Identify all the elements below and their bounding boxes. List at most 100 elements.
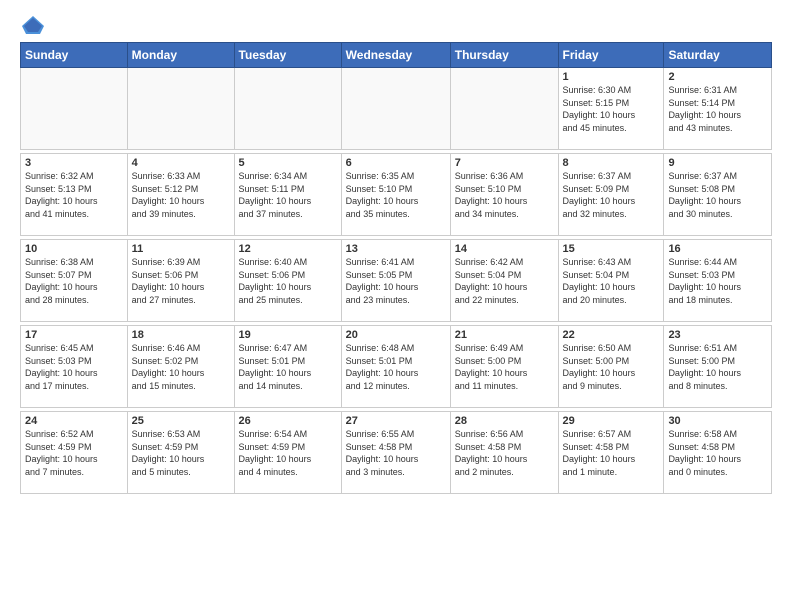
day-number: 5 (239, 157, 337, 169)
page: Sunday Monday Tuesday Wednesday Thursday… (0, 0, 792, 612)
day-number: 20 (346, 329, 446, 341)
day-cell: 17Sunrise: 6:45 AM Sunset: 5:03 PM Dayli… (21, 326, 128, 408)
day-info: Sunrise: 6:37 AM Sunset: 5:08 PM Dayligh… (668, 170, 767, 220)
day-number: 18 (132, 329, 230, 341)
day-number: 10 (25, 243, 123, 255)
day-number: 4 (132, 157, 230, 169)
day-number: 11 (132, 243, 230, 255)
day-number: 9 (668, 157, 767, 169)
day-info: Sunrise: 6:43 AM Sunset: 5:04 PM Dayligh… (563, 256, 660, 306)
day-cell: 8Sunrise: 6:37 AM Sunset: 5:09 PM Daylig… (558, 154, 664, 236)
day-number: 29 (563, 415, 660, 427)
day-info: Sunrise: 6:55 AM Sunset: 4:58 PM Dayligh… (346, 428, 446, 478)
day-cell: 12Sunrise: 6:40 AM Sunset: 5:06 PM Dayli… (234, 240, 341, 322)
day-cell: 9Sunrise: 6:37 AM Sunset: 5:08 PM Daylig… (664, 154, 772, 236)
calendar: Sunday Monday Tuesday Wednesday Thursday… (20, 42, 772, 494)
day-number: 28 (455, 415, 554, 427)
day-cell: 11Sunrise: 6:39 AM Sunset: 5:06 PM Dayli… (127, 240, 234, 322)
day-info: Sunrise: 6:49 AM Sunset: 5:00 PM Dayligh… (455, 342, 554, 392)
day-cell: 28Sunrise: 6:56 AM Sunset: 4:58 PM Dayli… (450, 412, 558, 494)
day-cell: 24Sunrise: 6:52 AM Sunset: 4:59 PM Dayli… (21, 412, 128, 494)
day-info: Sunrise: 6:45 AM Sunset: 5:03 PM Dayligh… (25, 342, 123, 392)
day-cell: 3Sunrise: 6:32 AM Sunset: 5:13 PM Daylig… (21, 154, 128, 236)
week-row-0: 1Sunrise: 6:30 AM Sunset: 5:15 PM Daylig… (21, 68, 772, 150)
day-cell: 13Sunrise: 6:41 AM Sunset: 5:05 PM Dayli… (341, 240, 450, 322)
day-cell: 7Sunrise: 6:36 AM Sunset: 5:10 PM Daylig… (450, 154, 558, 236)
col-tuesday: Tuesday (234, 43, 341, 68)
day-info: Sunrise: 6:46 AM Sunset: 5:02 PM Dayligh… (132, 342, 230, 392)
week-row-2: 10Sunrise: 6:38 AM Sunset: 5:07 PM Dayli… (21, 240, 772, 322)
day-cell: 6Sunrise: 6:35 AM Sunset: 5:10 PM Daylig… (341, 154, 450, 236)
header-row: Sunday Monday Tuesday Wednesday Thursday… (21, 43, 772, 68)
day-info: Sunrise: 6:36 AM Sunset: 5:10 PM Dayligh… (455, 170, 554, 220)
day-number: 13 (346, 243, 446, 255)
day-number: 1 (563, 71, 660, 83)
day-number: 26 (239, 415, 337, 427)
day-info: Sunrise: 6:44 AM Sunset: 5:03 PM Dayligh… (668, 256, 767, 306)
day-info: Sunrise: 6:50 AM Sunset: 5:00 PM Dayligh… (563, 342, 660, 392)
day-number: 6 (346, 157, 446, 169)
day-number: 14 (455, 243, 554, 255)
day-cell: 18Sunrise: 6:46 AM Sunset: 5:02 PM Dayli… (127, 326, 234, 408)
day-cell: 23Sunrise: 6:51 AM Sunset: 5:00 PM Dayli… (664, 326, 772, 408)
day-cell: 4Sunrise: 6:33 AM Sunset: 5:12 PM Daylig… (127, 154, 234, 236)
day-number: 16 (668, 243, 767, 255)
logo-icon (22, 16, 44, 34)
day-cell: 26Sunrise: 6:54 AM Sunset: 4:59 PM Dayli… (234, 412, 341, 494)
day-info: Sunrise: 6:48 AM Sunset: 5:01 PM Dayligh… (346, 342, 446, 392)
day-cell: 27Sunrise: 6:55 AM Sunset: 4:58 PM Dayli… (341, 412, 450, 494)
day-number: 21 (455, 329, 554, 341)
col-friday: Friday (558, 43, 664, 68)
day-info: Sunrise: 6:53 AM Sunset: 4:59 PM Dayligh… (132, 428, 230, 478)
day-cell: 5Sunrise: 6:34 AM Sunset: 5:11 PM Daylig… (234, 154, 341, 236)
day-info: Sunrise: 6:56 AM Sunset: 4:58 PM Dayligh… (455, 428, 554, 478)
day-info: Sunrise: 6:57 AM Sunset: 4:58 PM Dayligh… (563, 428, 660, 478)
day-number: 8 (563, 157, 660, 169)
col-monday: Monday (127, 43, 234, 68)
day-cell: 15Sunrise: 6:43 AM Sunset: 5:04 PM Dayli… (558, 240, 664, 322)
day-info: Sunrise: 6:51 AM Sunset: 5:00 PM Dayligh… (668, 342, 767, 392)
day-number: 15 (563, 243, 660, 255)
header (20, 16, 772, 34)
day-info: Sunrise: 6:47 AM Sunset: 5:01 PM Dayligh… (239, 342, 337, 392)
day-number: 25 (132, 415, 230, 427)
day-cell: 14Sunrise: 6:42 AM Sunset: 5:04 PM Dayli… (450, 240, 558, 322)
day-info: Sunrise: 6:30 AM Sunset: 5:15 PM Dayligh… (563, 84, 660, 134)
day-info: Sunrise: 6:34 AM Sunset: 5:11 PM Dayligh… (239, 170, 337, 220)
day-cell: 1Sunrise: 6:30 AM Sunset: 5:15 PM Daylig… (558, 68, 664, 150)
day-info: Sunrise: 6:58 AM Sunset: 4:58 PM Dayligh… (668, 428, 767, 478)
day-cell: 30Sunrise: 6:58 AM Sunset: 4:58 PM Dayli… (664, 412, 772, 494)
day-number: 17 (25, 329, 123, 341)
day-cell: 25Sunrise: 6:53 AM Sunset: 4:59 PM Dayli… (127, 412, 234, 494)
day-number: 23 (668, 329, 767, 341)
day-info: Sunrise: 6:39 AM Sunset: 5:06 PM Dayligh… (132, 256, 230, 306)
week-row-3: 17Sunrise: 6:45 AM Sunset: 5:03 PM Dayli… (21, 326, 772, 408)
day-info: Sunrise: 6:54 AM Sunset: 4:59 PM Dayligh… (239, 428, 337, 478)
day-cell (341, 68, 450, 150)
day-info: Sunrise: 6:35 AM Sunset: 5:10 PM Dayligh… (346, 170, 446, 220)
day-number: 19 (239, 329, 337, 341)
day-cell: 29Sunrise: 6:57 AM Sunset: 4:58 PM Dayli… (558, 412, 664, 494)
day-cell: 19Sunrise: 6:47 AM Sunset: 5:01 PM Dayli… (234, 326, 341, 408)
day-number: 30 (668, 415, 767, 427)
day-info: Sunrise: 6:32 AM Sunset: 5:13 PM Dayligh… (25, 170, 123, 220)
day-info: Sunrise: 6:52 AM Sunset: 4:59 PM Dayligh… (25, 428, 123, 478)
logo (20, 16, 44, 34)
day-number: 27 (346, 415, 446, 427)
col-wednesday: Wednesday (341, 43, 450, 68)
day-cell: 16Sunrise: 6:44 AM Sunset: 5:03 PM Dayli… (664, 240, 772, 322)
col-sunday: Sunday (21, 43, 128, 68)
week-row-1: 3Sunrise: 6:32 AM Sunset: 5:13 PM Daylig… (21, 154, 772, 236)
day-info: Sunrise: 6:40 AM Sunset: 5:06 PM Dayligh… (239, 256, 337, 306)
day-cell: 21Sunrise: 6:49 AM Sunset: 5:00 PM Dayli… (450, 326, 558, 408)
day-info: Sunrise: 6:41 AM Sunset: 5:05 PM Dayligh… (346, 256, 446, 306)
day-info: Sunrise: 6:37 AM Sunset: 5:09 PM Dayligh… (563, 170, 660, 220)
col-saturday: Saturday (664, 43, 772, 68)
day-cell: 20Sunrise: 6:48 AM Sunset: 5:01 PM Dayli… (341, 326, 450, 408)
day-number: 3 (25, 157, 123, 169)
day-number: 2 (668, 71, 767, 83)
day-info: Sunrise: 6:33 AM Sunset: 5:12 PM Dayligh… (132, 170, 230, 220)
day-cell: 2Sunrise: 6:31 AM Sunset: 5:14 PM Daylig… (664, 68, 772, 150)
day-info: Sunrise: 6:31 AM Sunset: 5:14 PM Dayligh… (668, 84, 767, 134)
day-cell (234, 68, 341, 150)
